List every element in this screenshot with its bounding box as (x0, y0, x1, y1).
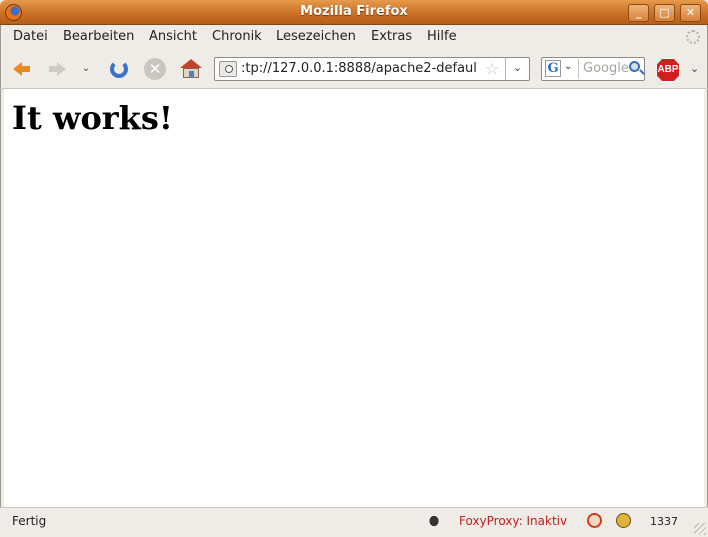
noscript-icon[interactable] (587, 513, 602, 528)
menu-lesezeichen-label: Lesezeichen (276, 29, 356, 44)
home-icon (180, 59, 202, 68)
title-bar: Mozilla Firefox _ □ ✕ (0, 0, 708, 25)
forward-button[interactable] (44, 57, 70, 81)
reload-icon (110, 60, 128, 78)
menu-bearbeiten-label: Bearbeiten (63, 29, 135, 44)
back-arrow-icon (13, 62, 30, 76)
window-title: Mozilla Firefox (300, 4, 408, 19)
status-counter: 1337 (650, 515, 678, 528)
reload-button[interactable] (106, 57, 132, 81)
menu-extras[interactable]: Extras (371, 29, 412, 44)
menu-ansicht[interactable]: Ansicht (149, 29, 197, 44)
home-button[interactable] (178, 57, 204, 81)
url-dropdown-button[interactable]: ⌄ (505, 58, 529, 80)
menu-chronik-label: Chronik (212, 29, 262, 44)
home-icon-door (189, 71, 194, 78)
url-bar[interactable]: :tp://127.0.0.1:8888/apache2-default/ ☆ … (214, 57, 530, 81)
menu-hilfe[interactable]: Hilfe (427, 29, 457, 44)
chevron-down-icon: ⌄ (81, 63, 91, 74)
adblock-dropdown-icon[interactable]: ⌄ (690, 62, 699, 75)
back-button[interactable] (9, 57, 35, 81)
status-bar: Fertig FoxyProxy: Inaktiv 1337 (0, 507, 708, 537)
menu-hilfe-label: Hilfe (427, 29, 457, 44)
window-border-left (0, 25, 1, 537)
site-identity-icon[interactable] (219, 61, 237, 77)
resize-grip-icon[interactable] (694, 523, 706, 535)
menu-chronik[interactable]: Chronik (212, 29, 262, 44)
close-button[interactable]: ✕ (680, 4, 701, 22)
magnifier-icon[interactable] (629, 61, 640, 72)
star-icon[interactable]: ☆ (485, 59, 499, 78)
menu-datei-label: Datei (13, 29, 48, 44)
page-content: It works! (4, 89, 704, 507)
stop-icon: ✕ (144, 58, 166, 80)
search-bar[interactable]: G ⌄ Google (541, 57, 645, 81)
google-icon: G (545, 60, 561, 77)
maximize-button[interactable]: □ (654, 4, 675, 22)
url-text[interactable]: :tp://127.0.0.1:8888/apache2-default/ (241, 61, 477, 76)
menu-datei[interactable]: Datei (13, 29, 48, 44)
smiley-icon[interactable] (616, 513, 631, 528)
menu-bar: Datei Bearbeiten Ansicht Chronik Lesezei… (0, 25, 708, 48)
chevron-down-icon: ⌄ (564, 61, 573, 72)
forward-arrow-icon (49, 62, 66, 76)
throbber-icon (686, 30, 700, 44)
status-text: Fertig (12, 514, 47, 528)
search-engine-selector[interactable]: G ⌄ (543, 59, 579, 79)
menu-lesezeichen[interactable]: Lesezeichen (276, 29, 356, 44)
stop-button[interactable]: ✕ (142, 57, 168, 81)
menu-ansicht-label: Ansicht (149, 29, 198, 44)
menu-bearbeiten[interactable]: Bearbeiten (63, 29, 134, 44)
foxyproxy-status[interactable]: FoxyProxy: Inaktiv (459, 514, 567, 528)
page-heading: It works! (12, 99, 173, 137)
search-input[interactable]: Google (583, 61, 629, 76)
bug-icon[interactable] (427, 513, 441, 529)
history-dropdown-button[interactable]: ⌄ (78, 57, 94, 81)
minimize-button[interactable]: _ (628, 4, 649, 22)
menu-extras-label: Extras (371, 29, 413, 44)
